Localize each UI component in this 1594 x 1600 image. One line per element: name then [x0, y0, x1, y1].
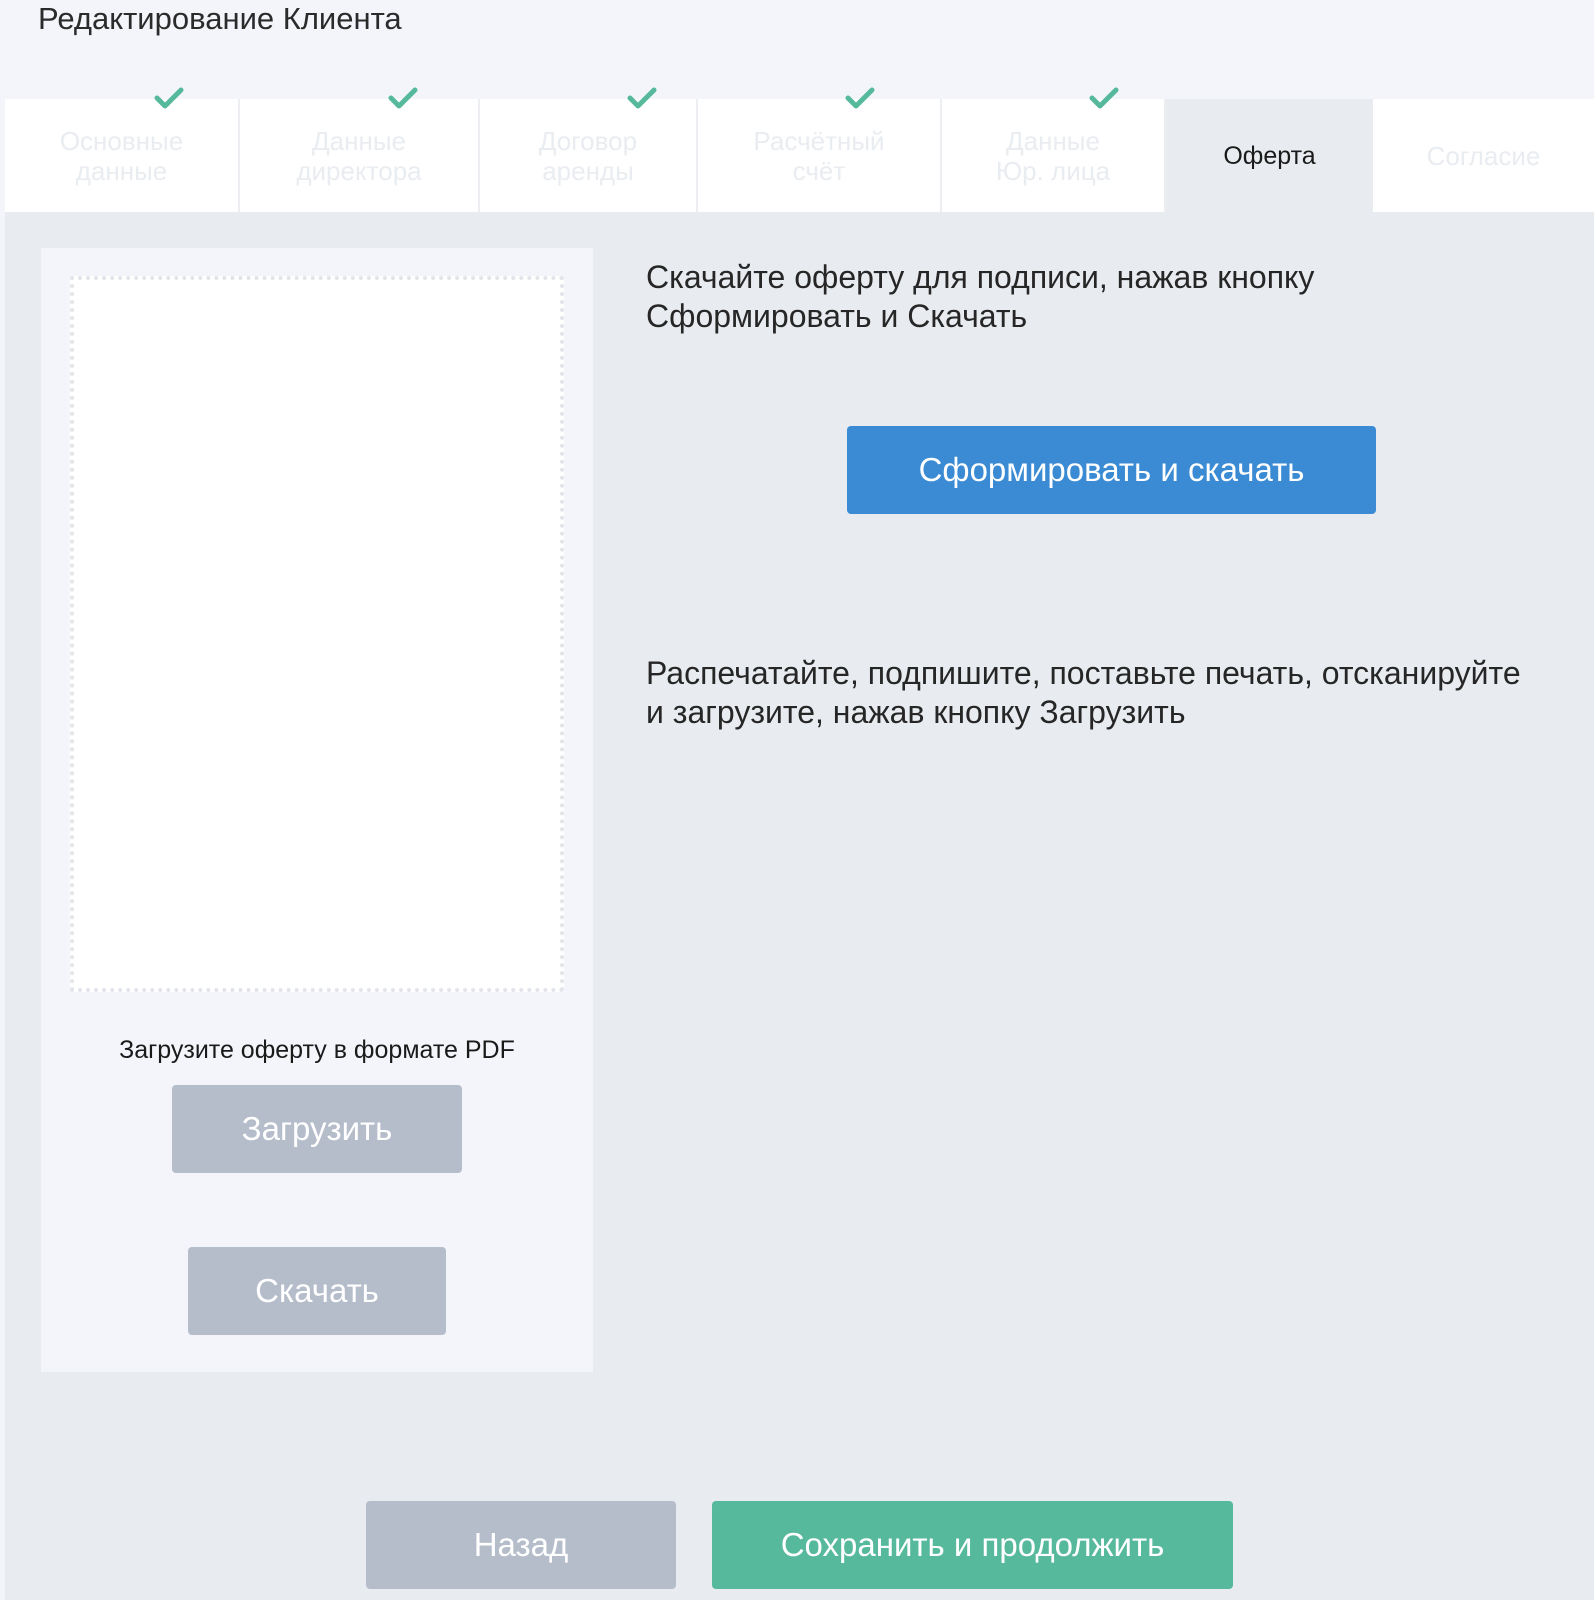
tab-legal-entity[interactable]: Данные Юр. лица	[942, 99, 1166, 212]
check-icon	[388, 87, 418, 109]
tab-label: Оферта	[1223, 141, 1316, 170]
page-title: Редактирование Клиента	[38, 1, 402, 36]
step-tabs: Основные данные Данные директора Договор…	[5, 99, 1594, 212]
tab-lease-agreement[interactable]: Договор аренды	[480, 99, 698, 212]
save-continue-button[interactable]: Сохранить и продолжить	[712, 1501, 1233, 1589]
check-icon	[627, 87, 657, 109]
download-button[interactable]: Скачать	[188, 1247, 446, 1335]
instruction-step2: Распечатайте, подпишите, поставьте печат…	[646, 655, 1521, 730]
tab-label: Данные Юр. лица	[995, 125, 1111, 186]
check-icon	[154, 87, 184, 109]
tab-label: Договор аренды	[538, 125, 638, 186]
tab-label: Согласие	[1426, 140, 1541, 171]
tab-label: Основные данные	[59, 125, 184, 186]
instruction-step1: Скачайте оферту для подписи, нажав кнопк…	[646, 259, 1315, 334]
upload-hint: Загрузите оферту в формате PDF	[119, 1036, 515, 1064]
tab-basic-data[interactable]: Основные данные	[5, 99, 240, 212]
file-dropzone[interactable]	[70, 276, 564, 992]
check-icon	[845, 87, 875, 109]
tab-offer[interactable]: Оферта	[1166, 99, 1373, 212]
tab-label: Данные директора	[296, 125, 422, 186]
check-icon	[1089, 87, 1119, 109]
generate-download-button[interactable]: Сформировать и скачать	[847, 426, 1376, 514]
upload-button[interactable]: Загрузить	[172, 1085, 462, 1173]
tab-bank-account[interactable]: Расчётный счёт	[698, 99, 942, 212]
tab-consent[interactable]: Согласие	[1373, 99, 1594, 212]
back-button[interactable]: Назад	[366, 1501, 676, 1589]
tab-label: Расчётный счёт	[753, 125, 885, 186]
tab-director-data[interactable]: Данные директора	[240, 99, 480, 212]
